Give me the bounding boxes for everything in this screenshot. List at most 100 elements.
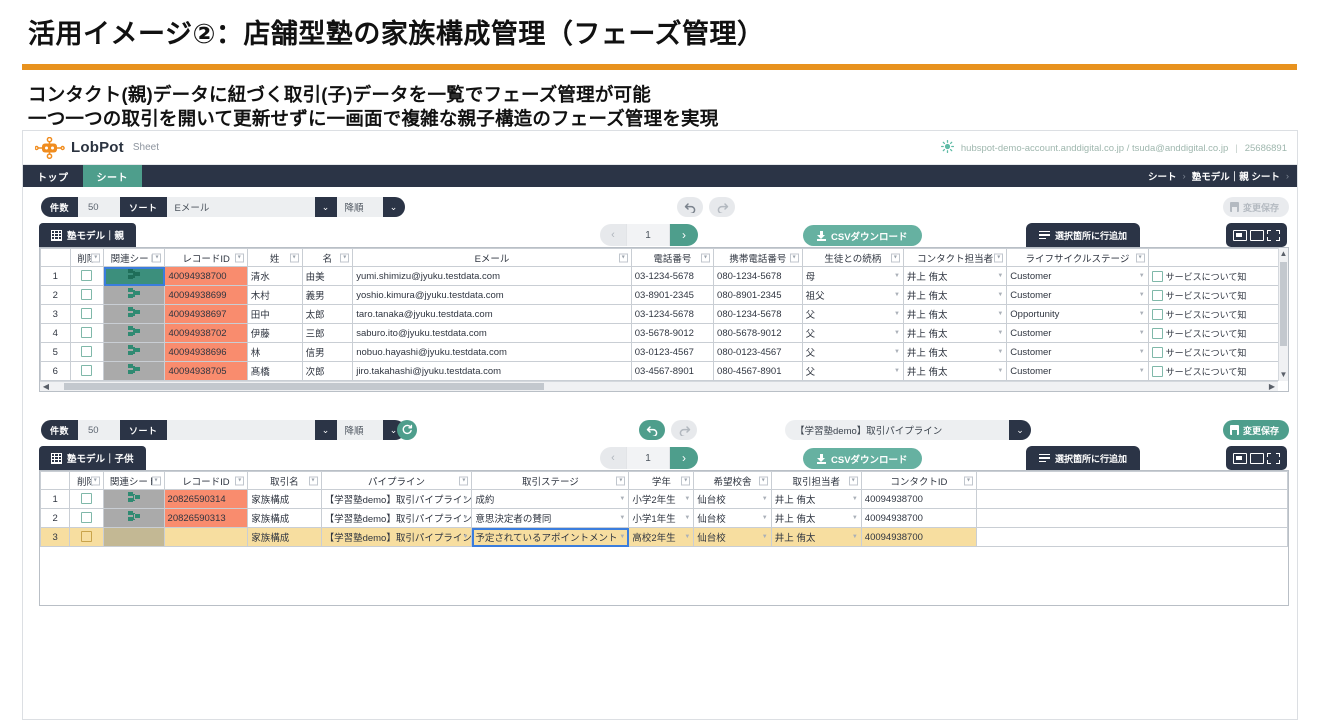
phone-cell[interactable]: 03-5678-9012 (630, 323, 715, 343)
record-id-cell[interactable]: 40094938705 (164, 361, 248, 381)
view-normal-icon[interactable] (1250, 452, 1264, 464)
delete-checkbox-cell[interactable] (69, 266, 105, 286)
service-checkbox[interactable] (1151, 327, 1163, 339)
parent-th-firstname[interactable]: 名 ▾ (301, 248, 354, 267)
chevron-down-icon[interactable]: ▼ (894, 292, 900, 298)
service-note-cell[interactable]: サービスについて知 (1147, 342, 1288, 362)
parent-th-mobile[interactable]: 携帯電話番号 ▾ (713, 248, 803, 267)
chevron-down-icon[interactable]: ▼ (762, 515, 768, 521)
filter-icon[interactable]: ▾ (234, 253, 244, 262)
owner-cell[interactable]: 井上 侑太 ▼ (902, 361, 1008, 381)
delete-checkbox-cell[interactable] (69, 489, 104, 509)
chevron-down-icon[interactable]: ▼ (894, 368, 900, 374)
parent-vscroll-thumb[interactable] (1280, 262, 1287, 346)
child-undo-button[interactable] (639, 420, 665, 440)
filter-icon[interactable]: ▾ (994, 253, 1004, 262)
filter-icon[interactable]: ▾ (616, 476, 626, 485)
parent-sort-order-chevron-down-icon[interactable]: ⌄ (382, 197, 405, 217)
parent-horizontal-scrollbar[interactable]: ◀ ▶ (40, 381, 1278, 391)
deal-name-cell[interactable]: 家族構成 (247, 489, 322, 509)
contact-id-cell[interactable]: 40094938700 (860, 508, 977, 528)
relation-cell[interactable]: 父 ▼ (801, 342, 904, 362)
email-cell[interactable]: yoshio.kimura@jyuku.testdata.com (352, 285, 632, 305)
pipeline-cell[interactable]: 【学習塾demo】取引パイプライン ▼ (320, 489, 473, 509)
child-pipeline-select[interactable]: 【学習塾demo】取引パイプライン ⌄ (785, 420, 1031, 440)
mobile-cell[interactable]: 080-4567-8901 (713, 361, 803, 381)
email-cell[interactable]: nobuo.hayashi@jyuku.testdata.com (352, 342, 632, 362)
child-th-contact-id[interactable]: コンタクトID ▾ (860, 471, 977, 490)
child-th-stage[interactable]: 取引ステージ ▾ (471, 471, 630, 490)
deal-stage-cell[interactable]: 予定されているアポイントメント ▼ (471, 527, 630, 547)
nav-tab-sheet[interactable]: シート (82, 165, 142, 187)
related-sheet-cell[interactable] (103, 342, 166, 362)
chevron-down-icon[interactable]: ▼ (1139, 273, 1145, 279)
deal-owner-cell[interactable]: 井上 侑太 ▼ (770, 508, 862, 528)
owner-cell[interactable]: 井上 侑太 ▼ (902, 285, 1008, 305)
phone-cell[interactable]: 03-1234-5678 (630, 266, 715, 286)
last-name-cell[interactable]: 林 (246, 342, 303, 362)
filter-icon[interactable]: ▾ (681, 476, 691, 485)
child-sort-field-select[interactable] (166, 420, 315, 440)
table-row[interactable]: 3 40094938697 田中 太郎 taro.tanaka@jyuku.testda… (40, 304, 1288, 324)
chevron-down-icon[interactable]: ▼ (894, 311, 900, 317)
last-name-cell[interactable]: 田中 (246, 304, 303, 324)
parent-hscroll-thumb[interactable] (64, 383, 544, 390)
account-info[interactable]: hubspot-demo-account.anddigital.co.jp / … (940, 131, 1287, 165)
chevron-down-icon[interactable]: ▼ (852, 534, 858, 540)
parent-save-button[interactable]: 変更保存 (1222, 197, 1289, 217)
parent-th-owner[interactable]: コンタクト担当者 ▾ (902, 248, 1008, 267)
delete-checkbox[interactable] (81, 493, 93, 505)
filter-icon[interactable]: ▾ (340, 253, 350, 262)
chevron-down-icon[interactable]: ▼ (1139, 330, 1145, 336)
deal-stage-cell[interactable]: 意思決定者の賛同 ▼ (471, 508, 630, 528)
chevron-down-icon[interactable]: ▼ (684, 534, 690, 540)
chevron-down-icon[interactable]: ▼ (1139, 368, 1145, 374)
lifecycle-stage-cell[interactable]: Customer ▼ (1006, 266, 1149, 286)
chevron-down-icon[interactable]: ▼ (997, 349, 1003, 355)
filter-icon[interactable]: ▾ (308, 476, 318, 485)
child-sheet-tab[interactable]: 塾モデル｜子供 (39, 446, 146, 470)
chevron-down-icon[interactable]: ▼ (619, 515, 625, 521)
filter-icon[interactable]: ▾ (758, 476, 768, 485)
filter-icon[interactable]: ▾ (963, 476, 973, 485)
child-add-row-button[interactable]: 選択箇所に行追加 (1026, 446, 1141, 470)
record-id-cell[interactable]: 40094938699 (164, 285, 248, 305)
chevron-down-icon[interactable]: ▼ (997, 368, 1003, 374)
first-name-cell[interactable]: 信男 (301, 342, 354, 362)
delete-checkbox[interactable] (81, 365, 93, 377)
chevron-down-icon[interactable]: ▼ (684, 515, 690, 521)
delete-checkbox[interactable] (81, 346, 93, 358)
mobile-cell[interactable]: 080-0123-4567 (713, 342, 803, 362)
scroll-up-arrow-icon[interactable]: ▲ (1279, 248, 1288, 260)
table-row[interactable]: 4 40094938702 伊藤 三郎 saburo.ito@jyuku.testdat… (40, 323, 1288, 343)
parent-th-email[interactable]: Eメール ▾ (352, 248, 632, 267)
app-logo[interactable]: LobPot Sheet (23, 136, 159, 159)
record-id-cell[interactable]: 40094938697 (164, 304, 248, 324)
breadcrumb-current[interactable]: 塾モデル｜親 シート (1192, 169, 1280, 183)
service-note-cell[interactable]: サービスについて知 (1147, 285, 1288, 305)
chevron-down-icon[interactable]: ▼ (997, 292, 1003, 298)
related-sheet-cell[interactable] (103, 266, 166, 286)
view-fullscreen-icon[interactable] (1267, 452, 1280, 464)
delete-checkbox[interactable] (81, 531, 93, 543)
deal-owner-cell[interactable]: 井上 侑太 ▼ (770, 489, 862, 509)
chevron-down-icon[interactable]: ▼ (894, 349, 900, 355)
delete-checkbox[interactable] (81, 270, 93, 282)
parent-vertical-scrollbar[interactable]: ▲ ▼ (1278, 248, 1288, 381)
filter-icon[interactable]: ▾ (90, 476, 100, 485)
record-id-cell[interactable]: 40094938700 (164, 266, 248, 286)
first-name-cell[interactable]: 由美 (301, 266, 354, 286)
service-checkbox[interactable] (1151, 365, 1163, 377)
last-name-cell[interactable]: 木村 (246, 285, 303, 305)
delete-checkbox-cell[interactable] (69, 323, 105, 343)
delete-checkbox[interactable] (81, 327, 93, 339)
parent-page-number[interactable]: 1 (626, 224, 670, 246)
chevron-down-icon[interactable]: ▼ (1139, 311, 1145, 317)
service-checkbox[interactable] (1151, 346, 1163, 358)
owner-cell[interactable]: 井上 侑太 ▼ (902, 323, 1008, 343)
child-page-number[interactable]: 1 (626, 447, 670, 469)
lifecycle-stage-cell[interactable]: Opportunity ▼ (1006, 304, 1149, 324)
first-name-cell[interactable]: 太郎 (301, 304, 354, 324)
view-fullscreen-icon[interactable] (1267, 229, 1280, 241)
filter-icon[interactable]: ▾ (1135, 253, 1145, 262)
